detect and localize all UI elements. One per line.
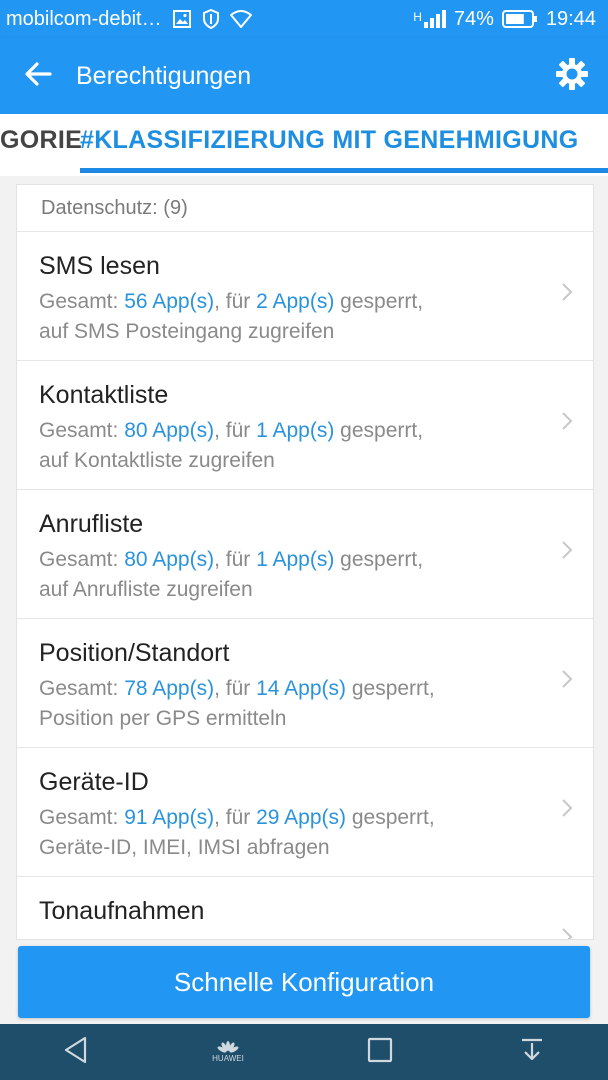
permission-description: auf Kontaktliste zugreifen bbox=[39, 449, 275, 472]
pull-down-icon bbox=[519, 1037, 545, 1068]
stats-suffix: gesperrt, bbox=[334, 290, 424, 313]
permission-title: Geräte-ID bbox=[39, 768, 149, 796]
stats-prefix: Gesamt: bbox=[39, 677, 125, 700]
permission-stats: Gesamt: 80 App(s), für 1 App(s) gesperrt… bbox=[39, 419, 423, 443]
stats-suffix: gesperrt, bbox=[346, 806, 435, 829]
active-tab-indicator bbox=[80, 168, 608, 173]
section-header: Datenschutz: (9) bbox=[17, 185, 593, 232]
signal-icon: H bbox=[413, 10, 446, 28]
wifi-icon bbox=[229, 10, 252, 28]
permission-title: Anrufliste bbox=[39, 510, 144, 538]
nav-recents-button[interactable] bbox=[350, 1024, 410, 1080]
tab-bar: GORIE #KLASSIFIZIERUNG MIT GENEHMIGUNG bbox=[0, 114, 608, 176]
arrow-left-icon bbox=[24, 61, 52, 91]
total-apps: 78 App(s) bbox=[124, 677, 215, 700]
stats-suffix: gesperrt, bbox=[346, 677, 435, 700]
shield-icon bbox=[202, 9, 220, 29]
list-item-location[interactable]: Position/Standort Gesamt: 78 App(s), für… bbox=[17, 619, 593, 748]
gear-icon bbox=[555, 57, 589, 96]
page-title: Berechtigungen bbox=[76, 61, 252, 90]
blocked-apps: 1 App(s) bbox=[256, 548, 335, 571]
permission-stats: Gesamt: 91 App(s), für 29 App(s) gesperr… bbox=[39, 806, 435, 830]
list-item-device-id[interactable]: Geräte-ID Gesamt: 91 App(s), für 29 App(… bbox=[17, 748, 593, 877]
permission-stats: Gesamt: 78 App(s), für 14 App(s) gesperr… bbox=[39, 677, 435, 701]
huawei-logo: HUAWEI bbox=[212, 1041, 244, 1063]
back-button[interactable] bbox=[0, 38, 76, 114]
quick-configuration-button[interactable]: Schnelle Konfiguration bbox=[18, 946, 590, 1018]
nav-back-button[interactable] bbox=[46, 1024, 106, 1080]
list-item-audio-recording[interactable]: Tonaufnahmen bbox=[17, 877, 593, 939]
nav-home-button[interactable]: HUAWEI bbox=[198, 1024, 258, 1080]
battery-percent: 74% bbox=[453, 7, 494, 30]
stats-mid: , für bbox=[214, 677, 257, 700]
triangle-back-icon bbox=[63, 1036, 89, 1069]
stats-mid: , für bbox=[214, 290, 257, 313]
image-notification-icon bbox=[172, 9, 192, 29]
permission-list: Datenschutz: (9) SMS lesen Gesamt: 56 Ap… bbox=[16, 184, 594, 940]
blocked-apps: 1 App(s) bbox=[256, 419, 335, 442]
blocked-apps: 2 App(s) bbox=[256, 290, 335, 313]
tab-category[interactable]: GORIE bbox=[0, 126, 82, 155]
permission-title: SMS lesen bbox=[39, 252, 160, 280]
chevron-right-icon bbox=[561, 927, 573, 939]
chevron-right-icon bbox=[561, 798, 573, 823]
settings-button[interactable] bbox=[536, 38, 608, 114]
permission-title: Tonaufnahmen bbox=[39, 897, 205, 925]
chevron-right-icon bbox=[561, 669, 573, 694]
stats-suffix: gesperrt, bbox=[334, 419, 424, 442]
list-item-sms[interactable]: SMS lesen Gesamt: 56 App(s), für 2 App(s… bbox=[17, 232, 593, 361]
permission-description: auf Anrufliste zugreifen bbox=[39, 578, 253, 601]
permission-stats: Gesamt: 80 App(s), für 1 App(s) gesperrt… bbox=[39, 548, 423, 572]
total-apps: 80 App(s) bbox=[124, 548, 215, 571]
tab-classification[interactable]: #KLASSIFIZIERUNG MIT GENEHMIGUNG bbox=[80, 126, 579, 155]
stats-mid: , für bbox=[214, 548, 257, 571]
status-bar: mobilcom-debit… H 74% 19:44 bbox=[0, 0, 608, 38]
chevron-right-icon bbox=[561, 411, 573, 436]
battery-icon bbox=[501, 10, 538, 28]
list-item-call-log[interactable]: Anrufliste Gesamt: 80 App(s), für 1 App(… bbox=[17, 490, 593, 619]
system-nav-bar: HUAWEI bbox=[0, 1024, 608, 1080]
stats-prefix: Gesamt: bbox=[39, 548, 125, 571]
network-type-label: H bbox=[413, 10, 422, 24]
carrier-name: mobilcom-debit… bbox=[6, 7, 162, 30]
app-bar: Berechtigungen bbox=[0, 38, 608, 114]
permission-stats: Gesamt: 56 App(s), für 2 App(s) gesperrt… bbox=[39, 290, 423, 314]
blocked-apps: 29 App(s) bbox=[256, 806, 346, 829]
clock: 19:44 bbox=[545, 7, 596, 30]
brand-label: HUAWEI bbox=[212, 1054, 244, 1063]
list-item-contacts[interactable]: Kontaktliste Gesamt: 80 App(s), für 1 Ap… bbox=[17, 361, 593, 490]
stats-suffix: gesperrt, bbox=[334, 548, 424, 571]
permission-title: Position/Standort bbox=[39, 639, 230, 667]
chevron-right-icon bbox=[561, 282, 573, 307]
stats-prefix: Gesamt: bbox=[39, 806, 125, 829]
stats-prefix: Gesamt: bbox=[39, 419, 125, 442]
blocked-apps: 14 App(s) bbox=[256, 677, 346, 700]
stats-mid: , für bbox=[214, 419, 257, 442]
total-apps: 91 App(s) bbox=[124, 806, 215, 829]
stats-prefix: Gesamt: bbox=[39, 290, 125, 313]
square-icon bbox=[367, 1037, 393, 1068]
total-apps: 56 App(s) bbox=[124, 290, 215, 313]
nav-notifications-button[interactable] bbox=[502, 1024, 562, 1080]
permission-description: Position per GPS ermitteln bbox=[39, 707, 287, 730]
stats-mid: , für bbox=[214, 806, 257, 829]
chevron-right-icon bbox=[561, 540, 573, 565]
permission-description: Geräte-ID, IMEI, IMSI abfragen bbox=[39, 836, 330, 859]
permission-title: Kontaktliste bbox=[39, 381, 169, 409]
total-apps: 80 App(s) bbox=[124, 419, 215, 442]
permission-description: auf SMS Posteingang zugreifen bbox=[39, 320, 335, 343]
